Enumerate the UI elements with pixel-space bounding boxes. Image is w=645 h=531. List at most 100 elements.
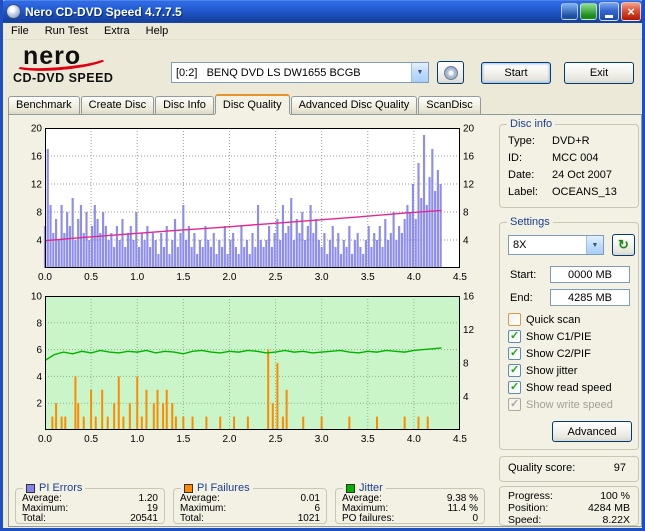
checkbox-icon <box>508 329 521 343</box>
close-icon: × <box>627 4 635 19</box>
progress-value: 100 % <box>600 490 630 502</box>
menu-help[interactable]: Help <box>138 24 177 38</box>
svg-text:4.0: 4.0 <box>407 434 421 445</box>
svg-text:4: 4 <box>36 372 42 383</box>
menu-run-test[interactable]: Run Test <box>37 24 96 38</box>
svg-text:4.0: 4.0 <box>407 272 421 283</box>
svg-text:3.5: 3.5 <box>361 272 375 283</box>
checkbox-show-c1-pie[interactable]: Show C1/PIE <box>508 329 591 343</box>
quality-score-label: Quality score: <box>508 462 576 474</box>
drive-select-value: [0:2] BENQ DVD LS DW1655 BCGB <box>176 66 361 79</box>
start-position-field[interactable] <box>550 266 630 283</box>
svg-text:2.5: 2.5 <box>269 434 283 445</box>
exit-button[interactable]: Exit <box>564 62 634 84</box>
svg-text:2.0: 2.0 <box>222 434 236 445</box>
checkbox-icon <box>508 313 521 326</box>
svg-text:4.5: 4.5 <box>453 272 467 283</box>
settings-title: Settings <box>510 216 550 228</box>
pi-errors-legend-icon <box>26 483 35 493</box>
minimize-button[interactable] <box>599 2 619 21</box>
chevron-down-icon[interactable]: ▼ <box>411 63 428 82</box>
jitter-legend-icon <box>346 483 355 493</box>
window-title: Nero CD-DVD Speed 4.7.7.5 <box>25 4 182 19</box>
tab-create-disc[interactable]: Create Disc <box>80 96 155 114</box>
svg-text:10: 10 <box>31 292 43 303</box>
settings-box: Settings 8X ▼ ↻ Start: End: Quick scan S… <box>499 216 639 450</box>
tab-disc-info[interactable]: Disc Info <box>155 96 214 114</box>
chevron-down-icon[interactable]: ▼ <box>586 236 603 254</box>
svg-text:0.5: 0.5 <box>84 434 98 445</box>
speed-select[interactable]: 8X ▼ <box>508 235 604 255</box>
svg-text:20: 20 <box>463 124 475 135</box>
svg-text:3.0: 3.0 <box>315 272 329 283</box>
svg-text:4.5: 4.5 <box>453 434 467 445</box>
checkbox-icon <box>508 380 521 394</box>
checkbox-show-read-speed[interactable]: Show read speed <box>508 380 612 394</box>
disc-date: 24 Oct 2007 <box>552 169 612 181</box>
checkbox-quick-scan[interactable]: Quick scan <box>508 313 580 326</box>
nero-logo: nero CD-DVD SPEED <box>12 42 165 90</box>
pi-errors-stats-box: PI Errors Average: 1.20 Maximum: 19 Total:… <box>15 482 165 524</box>
svg-text:2.5: 2.5 <box>269 272 283 283</box>
speed-select-value: 8X <box>513 239 527 251</box>
svg-text:4: 4 <box>36 236 42 247</box>
svg-text:12: 12 <box>463 325 475 336</box>
close-button[interactable]: × <box>621 2 641 21</box>
pi-failures-stats-box: PI Failures Average: 0.01 Maximum: 6 Total… <box>173 482 327 524</box>
svg-text:1.5: 1.5 <box>176 272 190 283</box>
quality-score-value: 97 <box>613 462 626 474</box>
nero-logo-subtext: CD-DVD SPEED <box>13 71 114 85</box>
svg-text:16: 16 <box>31 152 43 163</box>
advanced-button[interactable]: Advanced <box>552 421 632 442</box>
menu-bar: File Run Test Extra Help <box>3 23 642 40</box>
checkbox-show-write-speed: Show write speed <box>508 397 613 411</box>
svg-text:2.0: 2.0 <box>222 272 236 283</box>
drive-select[interactable]: [0:2] BENQ DVD LS DW1655 BCGB ▼ <box>171 62 429 83</box>
disc-label: OCEANS_13 <box>552 186 617 198</box>
refresh-button[interactable]: ↻ <box>612 234 635 256</box>
svg-text:0.0: 0.0 <box>38 272 52 283</box>
menu-file[interactable]: File <box>3 24 37 38</box>
svg-text:4: 4 <box>463 236 469 247</box>
disc-info-title: Disc info <box>510 118 553 130</box>
quality-score-box: Quality score: 97 <box>499 456 639 482</box>
svg-text:0.0: 0.0 <box>38 434 52 445</box>
title-bar[interactable]: Nero CD-DVD Speed 4.7.7.5 × <box>3 0 642 23</box>
tab-scandisc[interactable]: ScanDisc <box>418 96 481 114</box>
pi-errors-total: 20541 <box>130 513 158 524</box>
svg-text:16: 16 <box>463 292 475 303</box>
speed-value: 8.22X <box>602 514 630 526</box>
tab-disc-quality[interactable]: Disc Quality <box>214 94 290 114</box>
svg-text:0.5: 0.5 <box>84 272 98 283</box>
menu-extra[interactable]: Extra <box>96 24 138 38</box>
svg-text:2: 2 <box>36 399 42 410</box>
minimize-icon <box>605 14 613 18</box>
tab-advanced-disc-quality[interactable]: Advanced Disc Quality <box>290 96 418 114</box>
svg-text:8: 8 <box>36 318 42 329</box>
status-box: Progress: 100 % Position: 4284 MB Speed: 8.… <box>499 486 639 526</box>
svg-text:1.5: 1.5 <box>176 434 190 445</box>
po-failures: 0 <box>472 513 478 524</box>
checkbox-show-jitter[interactable]: Show jitter <box>508 363 577 377</box>
disc-id: MCC 004 <box>552 152 599 164</box>
svg-text:1.0: 1.0 <box>130 272 144 283</box>
drive-eject-button[interactable] <box>437 61 464 84</box>
svg-text:8: 8 <box>463 359 469 370</box>
app-window: Nero CD-DVD Speed 4.7.7.5 × File Run Tes… <box>0 0 645 531</box>
tab-benchmark[interactable]: Benchmark <box>8 96 80 114</box>
pi-failures-legend-icon <box>184 483 193 493</box>
position-value: 4284 MB <box>587 502 630 514</box>
checkbox-icon <box>508 397 521 411</box>
svg-text:20: 20 <box>31 124 43 135</box>
titlebar-app-icon-blue[interactable] <box>561 3 578 20</box>
end-position-field[interactable] <box>550 289 630 306</box>
checkbox-icon <box>508 363 521 377</box>
checkbox-show-c2-pif[interactable]: Show C2/PIF <box>508 346 591 360</box>
start-button[interactable]: Start <box>481 62 551 84</box>
svg-text:3.0: 3.0 <box>315 434 329 445</box>
jitter-stats-box: Jitter Average: 9.38 % Maximum: 11.4 % PO … <box>335 482 485 524</box>
svg-text:12: 12 <box>463 180 475 191</box>
pi-errors-chart: 4 8 12 16 20 4 8 12 16 20 0.0 0.5 1.0 1.5 2.0 2.5 3.0 3.5… <box>31 124 475 284</box>
svg-text:8: 8 <box>463 208 469 219</box>
titlebar-app-icon-green[interactable] <box>580 3 597 20</box>
